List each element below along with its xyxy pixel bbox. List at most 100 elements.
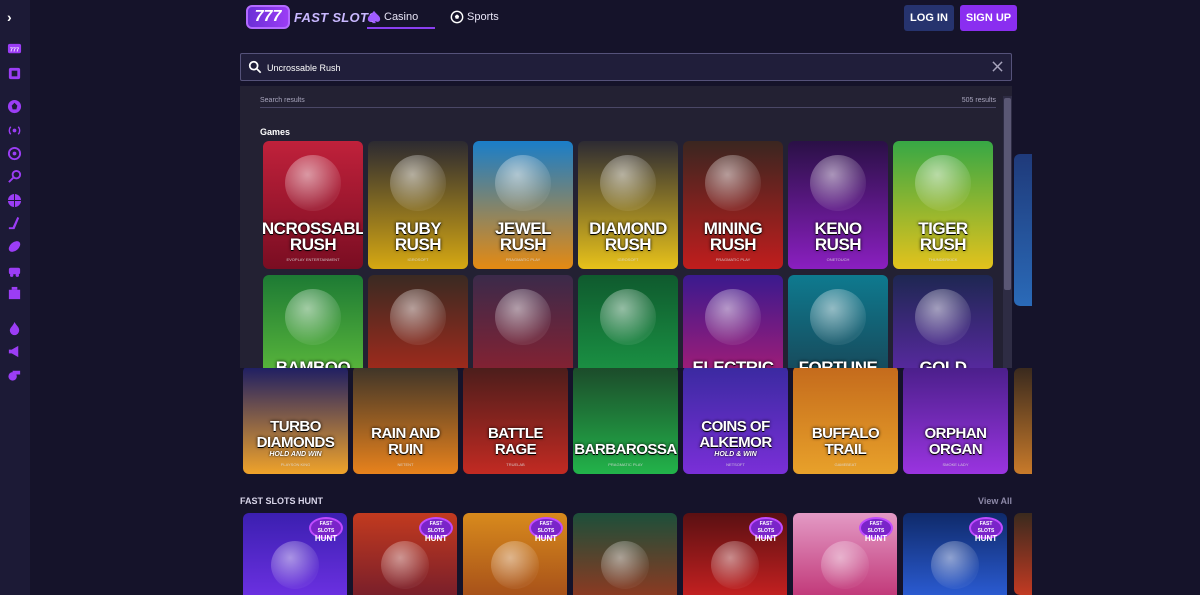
results-label: Search results	[260, 97, 305, 104]
hunt-badge-top: FAST SLOTS	[977, 521, 995, 534]
search-input[interactable]	[267, 59, 967, 76]
game-tile[interactable]: TURBO DIAMONDS HOLD AND WIN PLAYSON KING	[243, 366, 348, 474]
game-provider: NETENT	[397, 462, 414, 467]
carousel-peek-card[interactable]	[1014, 368, 1032, 474]
game-title: TIGER RUSH	[918, 219, 968, 254]
hunt-badge-top: FAST SLOTS	[427, 521, 445, 534]
esports-icon[interactable]	[6, 145, 22, 161]
game-tile[interactable]: FORTUNE RUSH	[788, 275, 888, 368]
game-title: BARBAROSSA	[574, 441, 677, 458]
hunt-game-tile[interactable]: FAST SLOTS HUNT	[243, 513, 347, 595]
casino-table-icon[interactable]	[6, 285, 22, 301]
game-art	[381, 541, 429, 589]
slots-icon[interactable]	[6, 65, 22, 81]
game-tile[interactable]: GOLD RUSH	[893, 275, 993, 368]
sidebar-expand-chevron-icon[interactable]: ›	[7, 9, 12, 25]
basketball-icon[interactable]	[6, 192, 22, 208]
search-icon	[248, 60, 262, 74]
tab-casino[interactable]: Casino	[367, 10, 418, 24]
game-art	[495, 289, 551, 345]
hunt-badge: FAST SLOTS HUNT	[309, 517, 343, 543]
hunt-badge: FAST SLOTS HUNT	[749, 517, 783, 543]
game-provider: PLAYSON KING	[280, 462, 311, 467]
game-tile[interactable]: JEWEL RUSH PRAGMATIC PLAY	[473, 141, 573, 269]
carousel-peek-card[interactable]	[1014, 513, 1032, 595]
hunt-game-tile[interactable]: FAST SLOTS HUNT	[793, 513, 897, 595]
hunt-game-tile[interactable]	[573, 513, 677, 595]
game-tile[interactable]: COINS OF ALKEMOR HOLD & WIN NETSOFT	[683, 366, 788, 474]
carousel-peek-card[interactable]	[1014, 154, 1032, 306]
game-art	[705, 289, 761, 345]
live-casino-icon[interactable]: 777	[6, 40, 22, 56]
hunt-game-tile[interactable]: FAST SLOTS HUNT	[683, 513, 787, 595]
game-title: RUBY RUSH	[394, 219, 442, 254]
soccer-icon[interactable]	[6, 98, 22, 114]
game-tile[interactable]: FRUIT	[368, 275, 468, 368]
game-tile[interactable]: ORPHAN ORGAN SMOKE LADY	[903, 366, 1008, 474]
game-tile[interactable]: BARBAROSSA PRAGMATIC PLAY	[573, 366, 678, 474]
fast-slots-hunt-title: FAST SLOTS HUNT	[240, 496, 323, 506]
game-title: MINING RUSH	[703, 219, 763, 254]
game-tile[interactable]: CACHE	[578, 275, 678, 368]
game-title: BATTLE RAGE	[487, 425, 544, 458]
game-art	[390, 289, 446, 345]
hunt-badge-main: HUNT	[314, 534, 338, 543]
game-tile[interactable]: BUFFALO TRAIL GAMEBEAT	[793, 366, 898, 474]
game-art	[390, 155, 446, 211]
soccer-ball-icon	[450, 10, 464, 24]
game-provider: THUNDERKICK	[928, 257, 958, 262]
game-tile[interactable]: FOOTBALL	[473, 275, 573, 368]
live-stream-icon[interactable]	[6, 122, 22, 138]
results-scrollbar[interactable]	[1003, 96, 1012, 368]
whistle-icon[interactable]	[6, 366, 22, 382]
view-all-link[interactable]: View All	[978, 496, 1012, 506]
game-tile[interactable]: MINING RUSH PRAGMATIC PLAY	[683, 141, 783, 269]
game-title: RAIN AND RUIN	[371, 425, 440, 458]
results-count: 505 results	[961, 97, 996, 104]
game-tile[interactable]: KENO RUSH ONETOUCH	[788, 141, 888, 269]
game-provider: TRUELAB	[506, 462, 525, 467]
hot-icon[interactable]	[6, 320, 22, 336]
hunt-game-tile[interactable]: FAST SLOTS HUNT	[903, 513, 1007, 595]
hunt-game-tile[interactable]: FAST SLOTS HUNT	[463, 513, 567, 595]
game-tile[interactable]: ELECTRIC RUSH	[683, 275, 783, 368]
clear-search-icon[interactable]	[992, 61, 1003, 72]
game-tile[interactable]: UNCROSSABLE RUSH EVOPLAY ENTERTAINMENT	[263, 141, 363, 269]
game-title: TURBO DIAMONDS	[256, 418, 335, 451]
game-provider: EVOPLAY ENTERTAINMENT	[286, 257, 340, 262]
search-results-panel: Search results 505 results Games UNCROSS…	[240, 86, 1012, 368]
game-tile[interactable]: RUBY RUSH IGROSOFT	[368, 141, 468, 269]
hockey-icon[interactable]	[6, 215, 22, 231]
tab-sports-label: Sports	[467, 11, 499, 23]
game-tile[interactable]: BAMBOO RUSH	[263, 275, 363, 368]
game-title: UNCROSSABLE RUSH	[263, 219, 363, 254]
game-provider: GAMEBEAT	[834, 462, 857, 467]
hunt-badge-main: HUNT	[974, 534, 998, 543]
login-button[interactable]: LOG IN	[904, 5, 954, 31]
game-tile[interactable]: TIGER RUSH THUNDERKICK	[893, 141, 993, 269]
signup-button[interactable]: SIGN UP	[960, 5, 1017, 31]
american-football-icon[interactable]	[6, 238, 22, 254]
tab-casino-label: Casino	[384, 11, 419, 23]
hunt-badge-main: HUNT	[754, 534, 778, 543]
hunt-badge-main: HUNT	[424, 534, 448, 543]
game-tile[interactable]: RAIN AND RUIN NETENT	[353, 366, 458, 474]
results-scroll-thumb[interactable]	[1004, 98, 1011, 290]
game-provider: ONETOUCH	[826, 257, 850, 262]
promotions-megaphone-icon[interactable]	[6, 343, 22, 359]
game-title: KENO RUSH	[814, 219, 862, 254]
hunt-badge: FAST SLOTS HUNT	[969, 517, 1003, 543]
game-provider: IGROSOFT	[407, 257, 429, 262]
search-bar[interactable]	[240, 53, 1012, 81]
racing-icon[interactable]	[6, 262, 22, 278]
game-tile[interactable]: BATTLE RAGE TRUELAB	[463, 366, 568, 474]
game-tile[interactable]: DIAMOND RUSH IGROSOFT	[578, 141, 678, 269]
tennis-icon[interactable]	[6, 168, 22, 184]
tab-sports[interactable]: Sports	[450, 10, 499, 24]
fast-slots-logo[interactable]: 777 FAST SLOTS	[246, 4, 377, 30]
hunt-game-tile[interactable]: FAST SLOTS HUNT	[353, 513, 457, 595]
game-art	[601, 541, 649, 589]
game-art	[915, 289, 971, 345]
game-art	[285, 155, 341, 211]
hunt-badge-top: FAST SLOTS	[537, 521, 555, 534]
